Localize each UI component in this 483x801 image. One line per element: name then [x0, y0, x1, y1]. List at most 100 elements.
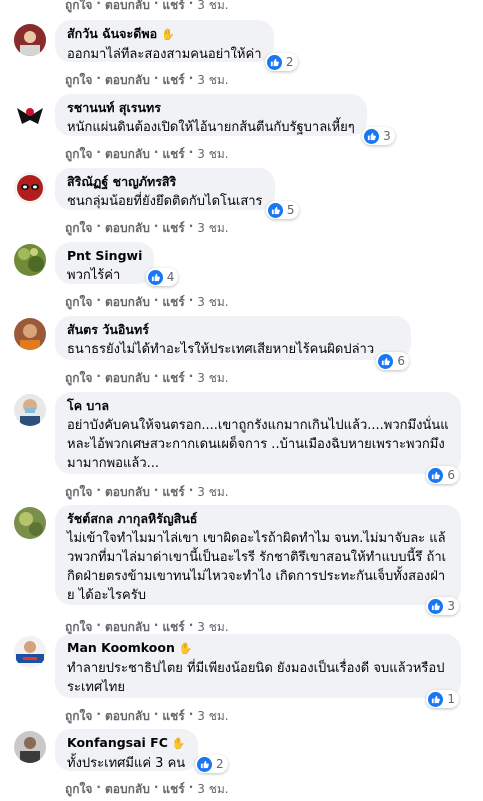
reply-link[interactable]: ตอบกลับ	[105, 145, 150, 164]
comment-time[interactable]: 3 ชม.	[197, 0, 228, 15]
reply-link[interactable]: ตอบกลับ	[105, 71, 150, 90]
comment-text: อย่าบังคับคนให้จนตรอก....เขาถูกรังแกมากเ…	[67, 418, 449, 471]
waving-hand-icon: ✋	[171, 737, 186, 750]
avatar[interactable]	[14, 731, 46, 763]
comment-actions: ถูกใจ · ตอบกลับ · แชร์ · 3 ชม.	[65, 219, 229, 238]
commenter-name[interactable]: โค บาล	[67, 398, 109, 413]
reply-link[interactable]: ตอบกลับ	[105, 219, 150, 238]
like-link[interactable]: ถูกใจ	[65, 293, 92, 312]
commenter-name[interactable]: Pnt Singwi	[67, 248, 142, 263]
comment-text: ออกมาไล่ทีละสองสามคนอย่าให้ค่า	[67, 47, 262, 62]
share-link[interactable]: แชร์	[162, 219, 184, 238]
comment-text: ธนาธรยังไม่ได้ทำอะไรให้ประเทศเสียหายไร้ค…	[67, 342, 375, 357]
avatar[interactable]	[14, 172, 46, 204]
avatar[interactable]	[14, 507, 46, 539]
comment-actions: ถูกใจ · ตอบกลับ · แชร์ · 3 ชม.	[65, 707, 229, 726]
comment-bubble: สันตร วันอินทร์ ธนาธรยังไม่ได้ทำอะไรให้ป…	[55, 316, 411, 370]
reaction-count[interactable]: 5	[265, 201, 299, 219]
comment-bubble: สิริณัฏฐ์ ชาญภัทรสิริ ชนกลุ่มน้อยที่ยังย…	[55, 168, 299, 219]
waving-hand-icon: ✋	[178, 642, 193, 655]
avatar[interactable]	[14, 394, 46, 426]
comment-time[interactable]: 3 ชม.	[197, 145, 228, 164]
share-link[interactable]: แชร์	[162, 71, 184, 90]
comment-time[interactable]: 3 ชม.	[197, 219, 228, 238]
avatar[interactable]	[14, 98, 46, 130]
like-icon	[267, 202, 283, 218]
share-link[interactable]: แชร์	[162, 145, 184, 164]
like-link[interactable]: ถูกใจ	[65, 780, 92, 799]
comment-text: หนักแผ่นดินต้องเปิดให้ไอ้นายกส้นตีนกับรั…	[67, 120, 355, 135]
comment-actions: ถูกใจ · ตอบกลับ · แชร์ · 3 ชม.	[65, 293, 229, 312]
comment-actions: ถูกใจ · ตอบกลับ · แชร์ · 3 ชม.	[65, 780, 229, 799]
like-link[interactable]: ถูกใจ	[65, 219, 92, 238]
like-link[interactable]: ถูกใจ	[65, 71, 92, 90]
comment-bubble: รัชต์สกล ภากุลหิรัญสินธ์ ไม่เข้าใจทำไมมา…	[55, 505, 461, 615]
comment-bubble: Man Koomkoon ✋ ทำลายประชาธิปไตย ที่มีเพีย…	[55, 634, 461, 708]
like-link[interactable]: ถูกใจ	[65, 145, 92, 164]
commenter-name[interactable]: สันตร วันอินทร์	[67, 322, 149, 337]
like-link[interactable]: ถูกใจ	[65, 369, 92, 388]
comment-bubble: Konfangsai FC ✋ ทั้งประเทศมีแค่ 3 คน 2	[55, 729, 228, 773]
reply-link[interactable]: ตอบกลับ	[105, 483, 150, 502]
share-link[interactable]: แชร์	[162, 369, 184, 388]
commenter-name[interactable]: Konfangsai FC	[67, 735, 168, 750]
reaction-count[interactable]: 4	[145, 268, 179, 286]
comment-time[interactable]: 3 ชม.	[197, 483, 228, 502]
like-icon	[364, 128, 380, 144]
avatar[interactable]	[14, 244, 46, 276]
comment-bubble: Pnt Singwi พวกไร้ค่า 4	[55, 242, 179, 286]
reply-link[interactable]: ตอบกลับ	[105, 780, 150, 799]
share-link[interactable]: แชร์	[162, 0, 184, 15]
like-icon	[428, 691, 444, 707]
comment-actions: ถูกใจ · ตอบกลับ · แชร์ · 3 ชม.	[65, 369, 229, 388]
reaction-count[interactable]: 6	[376, 352, 409, 370]
commenter-name[interactable]: สิริณัฏฐ์ ชาญภัทรสิริ	[67, 174, 176, 189]
commenter-name[interactable]: รัชต์สกล ภากุลหิรัญสินธ์	[67, 511, 197, 526]
reaction-count[interactable]: 2	[264, 53, 298, 71]
reaction-count[interactable]: 3	[426, 597, 459, 615]
share-link[interactable]: แชร์	[162, 780, 184, 799]
avatar[interactable]	[14, 318, 46, 350]
reaction-count[interactable]: 2	[194, 755, 228, 773]
comment-actions: ถูกใจ · ตอบกลับ · แชร์ · 3 ชม.	[65, 0, 229, 15]
like-icon	[428, 467, 444, 483]
reaction-count[interactable]: 6	[426, 466, 459, 484]
comment-actions: ถูกใจ · ตอบกลับ · แชร์ · 3 ชม.	[65, 145, 229, 164]
share-link[interactable]: แชร์	[162, 707, 184, 726]
like-link[interactable]: ถูกใจ	[65, 707, 92, 726]
comment-time[interactable]: 3 ชม.	[197, 707, 228, 726]
comment-text: ชนกลุ่มน้อยที่ยังยึดติดกับไดโนเสาร	[67, 194, 263, 209]
reply-link[interactable]: ตอบกลับ	[105, 707, 150, 726]
comment-bubble: โค บาล อย่าบังคับคนให้จนตรอก....เขาถูกรั…	[55, 392, 461, 484]
commenter-name[interactable]: Man Koomkoon	[67, 640, 175, 655]
reply-link[interactable]: ตอบกลับ	[105, 369, 150, 388]
avatar[interactable]	[14, 636, 46, 668]
reaction-count[interactable]: 3	[362, 127, 395, 145]
comment-time[interactable]: 3 ชม.	[197, 71, 228, 90]
comment-text: ไม่เข้าใจทำไมมาไล่เขา เขาผิดอะไรถ้าผิดทำ…	[67, 531, 447, 603]
waving-hand-icon: ✋	[161, 28, 175, 41]
commenter-name[interactable]: รชานนท์ สุเรนทร	[67, 100, 161, 115]
avatar[interactable]	[14, 24, 46, 56]
commenter-name[interactable]: สักวัน ฉันจะดีพอ	[67, 26, 157, 41]
like-icon	[266, 54, 282, 70]
share-link[interactable]: แชร์	[162, 483, 184, 502]
like-link[interactable]: ถูกใจ	[65, 0, 92, 15]
comment-time[interactable]: 3 ชม.	[197, 293, 228, 312]
share-link[interactable]: แชร์	[162, 293, 184, 312]
reply-link[interactable]: ตอบกลับ	[105, 293, 150, 312]
comment-text: ทั้งประเทศมีแค่ 3 คน	[67, 756, 186, 771]
comment-time[interactable]: 3 ชม.	[197, 780, 228, 799]
comment-text: ทำลายประชาธิปไตย ที่มีเพียงน้อยนิด ยังมอ…	[67, 661, 445, 695]
comment-actions: ถูกใจ · ตอบกลับ · แชร์ · 3 ชม.	[65, 483, 229, 502]
like-icon	[196, 756, 212, 772]
comment-bubble: สักวัน ฉันจะดีพอ ✋ ออกมาไล่ทีละสองสามคนอย…	[55, 20, 298, 71]
like-icon	[378, 353, 394, 369]
reaction-count[interactable]: 1	[426, 690, 459, 708]
comment-time[interactable]: 3 ชม.	[197, 369, 228, 388]
comment-bubble: รชานนท์ สุเรนทร หนักแผ่นดินต้องเปิดให้ไอ…	[55, 94, 395, 145]
like-icon	[147, 269, 163, 285]
comment-text: พวกไร้ค่า	[67, 268, 121, 283]
reply-link[interactable]: ตอบกลับ	[105, 0, 150, 15]
like-link[interactable]: ถูกใจ	[65, 483, 92, 502]
